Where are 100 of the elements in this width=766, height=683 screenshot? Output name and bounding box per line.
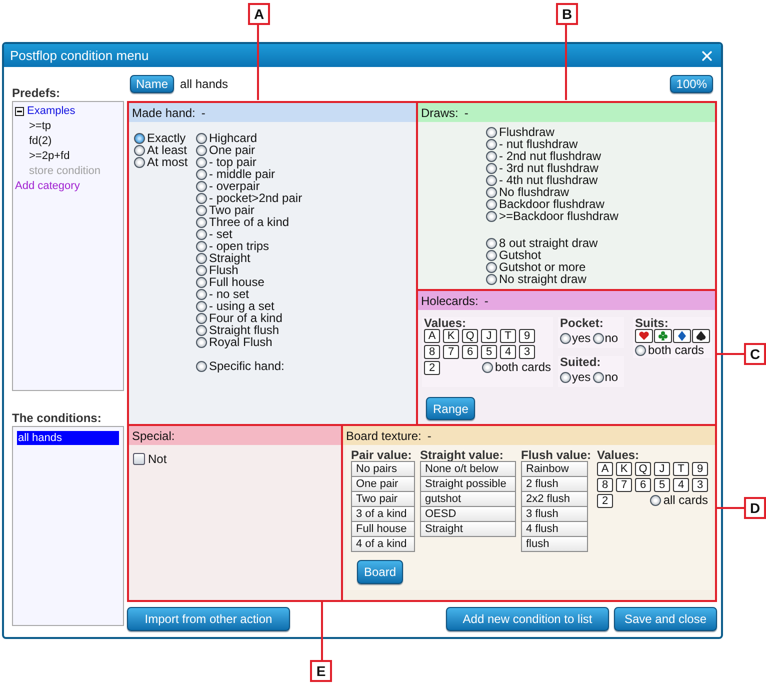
card-value-toggle[interactable]: 7 [616,478,632,492]
radio-button[interactable] [134,144,145,156]
straight-value-option[interactable]: None o/t below [420,461,516,477]
flush-value-option[interactable]: 4 flush [521,521,588,537]
pair-value-option[interactable]: 4 of a kind [351,536,415,552]
radio-button[interactable] [196,324,207,336]
card-value-toggle[interactable]: 8 [597,478,614,492]
flush-value-option[interactable]: 2 flush [521,476,588,492]
radio-button[interactable] [196,288,207,300]
radio-button[interactable] [196,228,207,240]
card-value-toggle[interactable]: 9 [519,329,535,343]
import-button[interactable]: Import from other action [127,607,290,631]
radio-button[interactable] [592,372,604,382]
pair-value-option[interactable]: One pair [351,476,415,492]
straight-value-option[interactable]: OESD [420,506,516,522]
radio-button[interactable] [196,144,207,156]
pair-value-option[interactable]: Two pair [351,491,415,507]
radio-button[interactable] [134,132,145,144]
card-value-toggle[interactable]: 6 [635,478,652,492]
radio-button[interactable] [196,180,207,192]
card-value-toggle[interactable]: K [443,329,459,343]
straight-value-option[interactable]: Straight [420,521,516,537]
card-value-toggle[interactable]: 5 [481,345,497,359]
radio-button[interactable] [134,156,145,168]
radio-button[interactable] [486,274,497,284]
card-value-toggle[interactable]: K [616,462,632,476]
radio-button[interactable] [560,372,571,382]
range-button[interactable]: Range [426,397,476,420]
card-value-toggle[interactable]: A [597,462,614,476]
flush-value-option[interactable]: Rainbow [521,461,588,477]
radio-button[interactable] [486,198,497,210]
radio-button[interactable] [486,126,497,138]
add-condition-button[interactable]: Add new condition to list [446,607,609,631]
radio-button[interactable] [635,344,646,356]
radio-button[interactable] [486,262,497,272]
radio-button[interactable] [196,156,207,168]
card-value-toggle[interactable]: J [481,329,497,343]
radio-button[interactable] [592,332,604,344]
save-close-button[interactable]: Save and close [614,607,717,631]
condition-item[interactable]: all hands [17,431,119,445]
flush-value-option[interactable]: 2x2 flush [521,491,588,507]
radio-button[interactable] [486,250,497,260]
radio-button[interactable] [196,216,207,228]
radio-button[interactable] [486,238,497,248]
collapse-icon[interactable] [15,107,24,116]
tree-item[interactable]: Examples [27,104,76,119]
card-value-toggle[interactable]: A [424,329,440,343]
card-value-toggle[interactable]: 4 [500,345,516,359]
flush-value-option[interactable]: flush [521,536,588,552]
pair-value-option[interactable]: 3 of a kind [351,506,415,522]
card-value-toggle[interactable]: J [654,462,670,476]
tree-item[interactable]: fd(2) [29,134,52,149]
radio-button[interactable] [196,132,207,144]
straight-value-option[interactable]: Straight possible [420,476,516,492]
radio-button[interactable] [196,264,207,276]
checkbox[interactable] [133,453,145,465]
card-value-toggle[interactable]: 5 [654,478,670,492]
card-value-toggle[interactable]: Q [462,329,478,343]
radio-button[interactable] [196,192,207,204]
pair-value-option[interactable]: No pairs [351,461,415,477]
club-icon[interactable] [654,329,672,343]
card-value-toggle[interactable]: 6 [462,345,478,359]
radio-button[interactable] [486,150,497,162]
card-value-toggle[interactable]: T [673,462,690,476]
straight-value-option[interactable]: gutshot [420,491,516,507]
card-value-toggle[interactable]: 2 [424,361,440,375]
radio-button[interactable] [196,276,207,288]
radio-button[interactable] [196,204,207,216]
name-button[interactable]: Name [130,75,174,93]
radio-button[interactable] [196,168,207,180]
radio-button[interactable] [196,252,207,264]
card-value-toggle[interactable]: 4 [673,478,690,492]
card-value-toggle[interactable]: 2 [597,494,614,508]
radio-button[interactable] [486,210,497,222]
zoom-button[interactable]: 100% [670,75,713,93]
card-value-toggle[interactable]: Q [635,462,652,476]
radio-button[interactable] [196,336,207,348]
tree-item[interactable]: >=tp [29,119,52,134]
radio-button[interactable] [196,312,207,324]
radio-button[interactable] [196,360,207,372]
board-button[interactable]: Board [357,560,404,584]
radio-button[interactable] [560,332,571,344]
radio-button[interactable] [196,300,207,312]
card-value-toggle[interactable]: T [500,329,516,343]
card-value-toggle[interactable]: 9 [692,462,708,476]
spade-icon[interactable] [692,329,710,343]
radio-button[interactable] [650,494,662,506]
add-category-link[interactable]: Add category [15,179,80,194]
radio-button[interactable] [482,362,493,372]
pair-value-option[interactable]: Full house [351,521,415,537]
card-value-toggle[interactable]: 3 [692,478,708,492]
radio-button[interactable] [486,174,497,186]
radio-button[interactable] [486,162,497,174]
card-value-toggle[interactable]: 8 [424,345,440,359]
flush-value-option[interactable]: 3 flush [521,506,588,522]
card-value-toggle[interactable]: 3 [519,345,535,359]
radio-button[interactable] [196,240,207,252]
tree-item[interactable]: >=2p+fd [29,149,70,164]
radio-button[interactable] [486,186,497,198]
card-value-toggle[interactable]: 7 [443,345,459,359]
